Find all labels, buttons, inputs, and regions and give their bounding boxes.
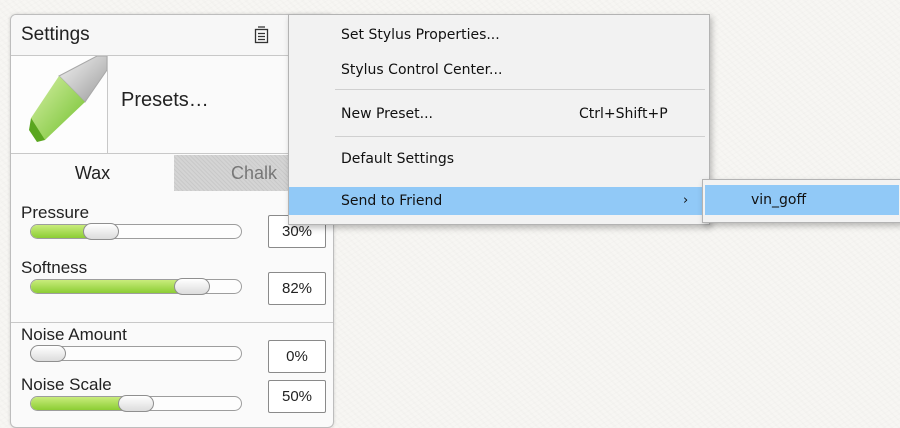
submenu-item-label: vin_goff	[751, 192, 807, 208]
pressure-slider[interactable]	[30, 224, 242, 239]
tool-thumbnail[interactable]	[11, 55, 108, 153]
softness-slider-knob[interactable]	[174, 278, 211, 295]
noise-scale-value[interactable]: 50%	[268, 380, 326, 413]
panel-menu-icon[interactable]	[254, 25, 270, 45]
menu-item-stylus-control-center[interactable]: Stylus Control Center...	[289, 57, 709, 83]
context-menu: Set Stylus Properties... Stylus Control …	[288, 14, 710, 225]
pressure-label: Pressure	[21, 203, 90, 222]
noise-scale-control: Noise Scale 50%	[21, 375, 326, 425]
menu-item-new-preset[interactable]: New Preset... Ctrl+Shift+P	[289, 101, 709, 127]
menu-separator	[335, 89, 705, 90]
preset-row: Presets…	[11, 55, 333, 154]
panel-title: Settings	[21, 24, 90, 45]
panel-header: Settings	[11, 15, 333, 56]
tab-wax[interactable]: Wax	[11, 155, 174, 191]
pressure-control: Pressure 30%	[21, 203, 326, 253]
menu-item-label: New Preset...	[341, 106, 433, 122]
menu-item-shortcut: Ctrl+Shift+P	[579, 106, 668, 122]
brush-tabs: Wax Chalk	[11, 155, 333, 191]
noise-amount-value[interactable]: 0%	[268, 340, 326, 373]
presets-button[interactable]: Presets…	[121, 89, 209, 112]
submenu-arrow-icon: ›	[683, 193, 689, 208]
noise-scale-label: Noise Scale	[21, 375, 112, 394]
pressure-slider-knob[interactable]	[82, 223, 119, 240]
submenu-item-friend[interactable]: vin_goff	[705, 185, 899, 215]
wax-crayon-icon	[29, 55, 108, 142]
menu-item-default-settings[interactable]: Default Settings	[289, 146, 709, 172]
menu-item-label: Set Stylus Properties...	[341, 27, 500, 43]
menu-item-send-to-friend[interactable]: Send to Friend ›	[289, 187, 709, 215]
softness-slider-fill	[31, 280, 193, 293]
send-to-friend-submenu: vin_goff	[702, 179, 900, 223]
softness-label: Softness	[21, 258, 88, 277]
section-divider	[11, 322, 333, 323]
menu-item-label: Stylus Control Center...	[341, 62, 503, 78]
menu-separator	[335, 136, 705, 137]
softness-control: Softness 82%	[21, 258, 326, 308]
softness-slider[interactable]	[30, 279, 242, 294]
softness-value[interactable]: 82%	[268, 272, 326, 305]
menu-item-set-stylus-properties[interactable]: Set Stylus Properties...	[289, 22, 709, 48]
noise-scale-slider-knob[interactable]	[118, 395, 154, 412]
noise-amount-control: Noise Amount 0%	[21, 325, 326, 375]
menu-item-label: Send to Friend	[341, 193, 443, 209]
noise-amount-slider-knob[interactable]	[30, 345, 66, 362]
menu-item-label: Default Settings	[341, 151, 455, 167]
noise-amount-label: Noise Amount	[21, 325, 127, 344]
settings-panel: Settings Presets… Wax Chalk Pressure 30%…	[10, 14, 334, 428]
